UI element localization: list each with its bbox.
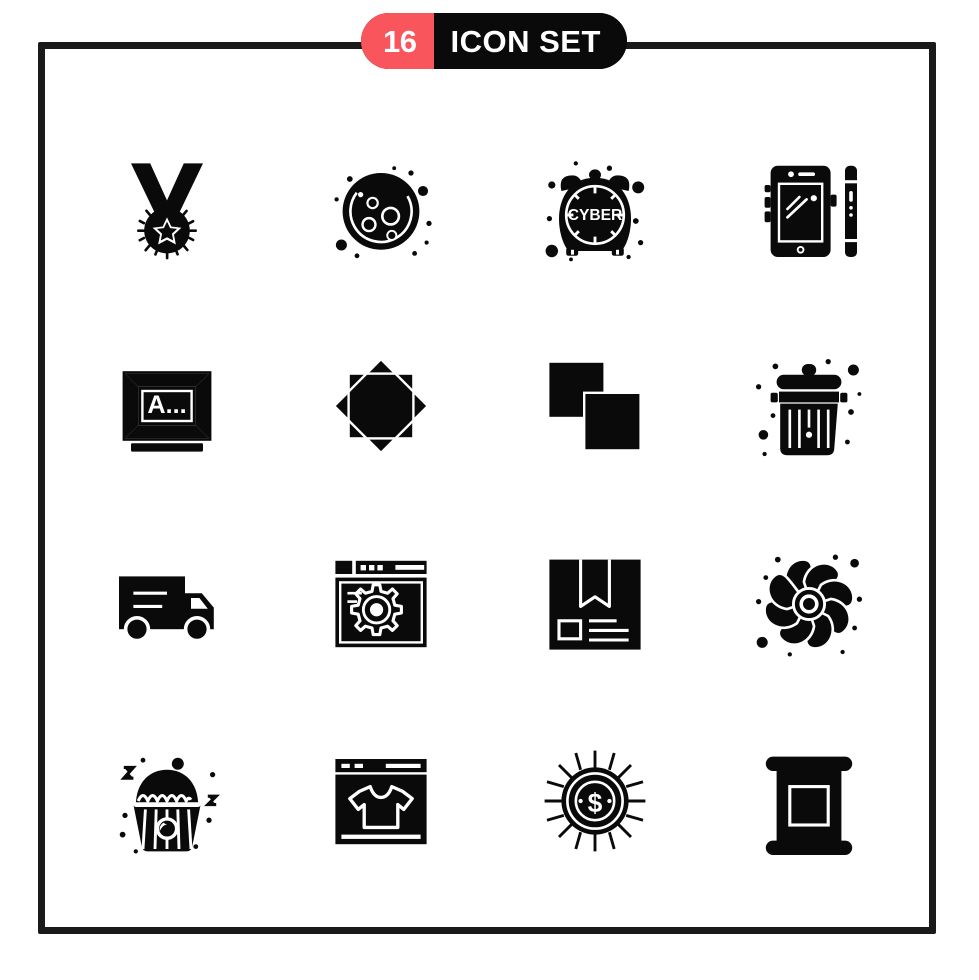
title-badge: 16 ICON SET [361,13,627,69]
eight-point-star-icon [332,357,430,455]
icon-cell-moon[interactable] [274,110,488,308]
dollar-coin-rays-icon: $ [544,750,646,852]
icon-grid: CYBER A... $ [60,110,916,900]
trash-bin-icon [755,359,862,457]
icon-cell-medal[interactable] [60,110,274,308]
icon-cell-smartphone[interactable] [702,110,916,308]
browser-tshirt-icon [335,759,427,845]
icon-set-poster: 16 ICON SET CYBER A... $ [0,0,979,980]
icon-cell-cyber-clock[interactable]: CYBER [488,110,702,308]
icon-cell-trash[interactable] [702,308,916,506]
icon-cell-browser-settings[interactable] [274,505,488,703]
svg-text:CYBER: CYBER [568,207,623,224]
icon-cell-star[interactable] [274,308,488,506]
icon-cell-truck[interactable] [60,505,274,703]
smartphone-icon [764,165,857,257]
icon-cell-banner[interactable] [702,703,916,901]
icon-cell-copy[interactable] [488,308,702,506]
monitor-text-icon: A... [122,371,212,452]
icon-cell-monitor[interactable]: A... [60,308,274,506]
flower-pinwheel-icon [755,554,863,657]
svg-text:A...: A... [147,391,186,419]
icon-cell-package[interactable] [488,505,702,703]
copy-squares-icon [549,363,642,452]
moon-craters-icon [334,166,432,258]
icon-cell-cupcake[interactable] [60,703,274,901]
package-box-icon [549,559,641,650]
medal-star-icon [131,163,203,260]
delivery-truck-icon [119,576,214,643]
cupcake-icon [119,758,220,854]
svg-text:$: $ [588,788,603,818]
cyber-alarm-clock-icon: CYBER [545,160,645,262]
browser-settings-icon [335,560,427,647]
page-title: ICON SET [434,13,627,69]
icon-cell-browser-tshirt[interactable] [274,703,488,901]
icon-cell-flower[interactable] [702,505,916,703]
roll-up-banner-icon [765,756,853,856]
icon-cell-money[interactable]: $ [488,703,702,901]
icon-count-label: 16 [361,13,435,69]
